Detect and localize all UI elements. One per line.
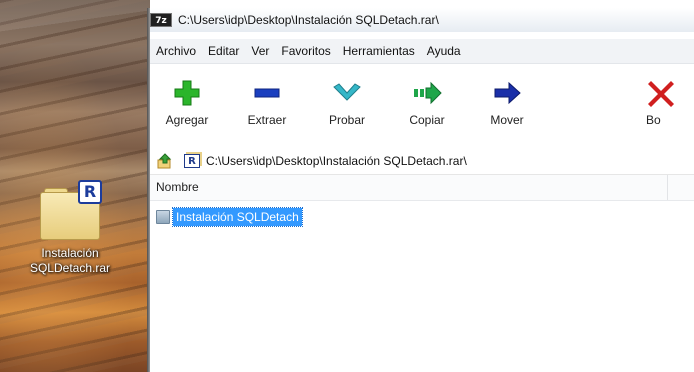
- menu-archivo[interactable]: Archivo: [150, 40, 202, 62]
- toolbar: Agregar Extraer Probar Copiar Mover Bo: [150, 64, 694, 144]
- folder-icon: [156, 210, 170, 224]
- rar-archive-icon: R: [34, 180, 110, 242]
- borrar-button[interactable]: Bo: [628, 74, 694, 144]
- 7zip-app-icon: 7z: [150, 13, 172, 27]
- mover-button[interactable]: Mover: [472, 74, 542, 144]
- up-folder-button[interactable]: [154, 150, 176, 172]
- extraer-label: Extraer: [247, 113, 287, 127]
- copiar-button[interactable]: Copiar: [392, 74, 462, 144]
- desktop-icon-archive[interactable]: R Instalación SQLDetach.rar: [10, 176, 130, 296]
- archive-path-icon: R: [184, 154, 200, 168]
- mover-label: Mover: [490, 113, 524, 127]
- move-arrow-icon: [494, 81, 521, 105]
- extraer-button[interactable]: Extraer: [232, 74, 302, 144]
- window-title: C:\Users\idp\Desktop\Instalación SQLDeta…: [178, 13, 439, 27]
- menu-herramientas[interactable]: Herramientas: [337, 40, 421, 62]
- column-header-name[interactable]: Nombre: [150, 175, 668, 200]
- rar-badge: R: [78, 180, 102, 204]
- address-bar: R C:\Users\idp\Desktop\Instalación SQLDe…: [150, 148, 694, 175]
- borrar-label: Bo: [646, 113, 661, 127]
- list-item-name: Instalación SQLDetach: [172, 207, 303, 227]
- menu-ver[interactable]: Ver: [245, 40, 275, 62]
- file-list[interactable]: Instalación SQLDetach: [150, 201, 694, 372]
- copy-arrow-icon: [414, 81, 442, 105]
- menu-favoritos[interactable]: Favoritos: [275, 40, 336, 62]
- checkmark-icon: [333, 83, 361, 101]
- plus-icon: [174, 80, 200, 106]
- minus-icon: [254, 88, 280, 98]
- agregar-button[interactable]: Agregar: [152, 74, 222, 144]
- desktop-icon-label: Instalación SQLDetach.rar: [29, 246, 111, 275]
- list-item[interactable]: Instalación SQLDetach: [156, 207, 303, 227]
- menu-bar: Archivo Editar Ver Favoritos Herramienta…: [150, 39, 694, 64]
- desktop-background: R Instalación SQLDetach.rar: [0, 0, 150, 372]
- title-bar[interactable]: 7z C:\Users\idp\Desktop\Instalación SQLD…: [150, 8, 694, 32]
- probar-button[interactable]: Probar: [312, 74, 382, 144]
- list-header: Nombre: [150, 175, 694, 201]
- agregar-label: Agregar: [165, 113, 209, 127]
- menu-ayuda[interactable]: Ayuda: [421, 40, 467, 62]
- copiar-label: Copiar: [409, 113, 445, 127]
- delete-x-icon: [648, 81, 674, 107]
- menu-editar[interactable]: Editar: [202, 40, 245, 62]
- address-path[interactable]: C:\Users\idp\Desktop\Instalación SQLDeta…: [206, 154, 467, 168]
- probar-label: Probar: [328, 113, 366, 127]
- file-manager-window: 7z C:\Users\idp\Desktop\Instalación SQLD…: [147, 8, 694, 372]
- up-folder-icon: [157, 153, 172, 169]
